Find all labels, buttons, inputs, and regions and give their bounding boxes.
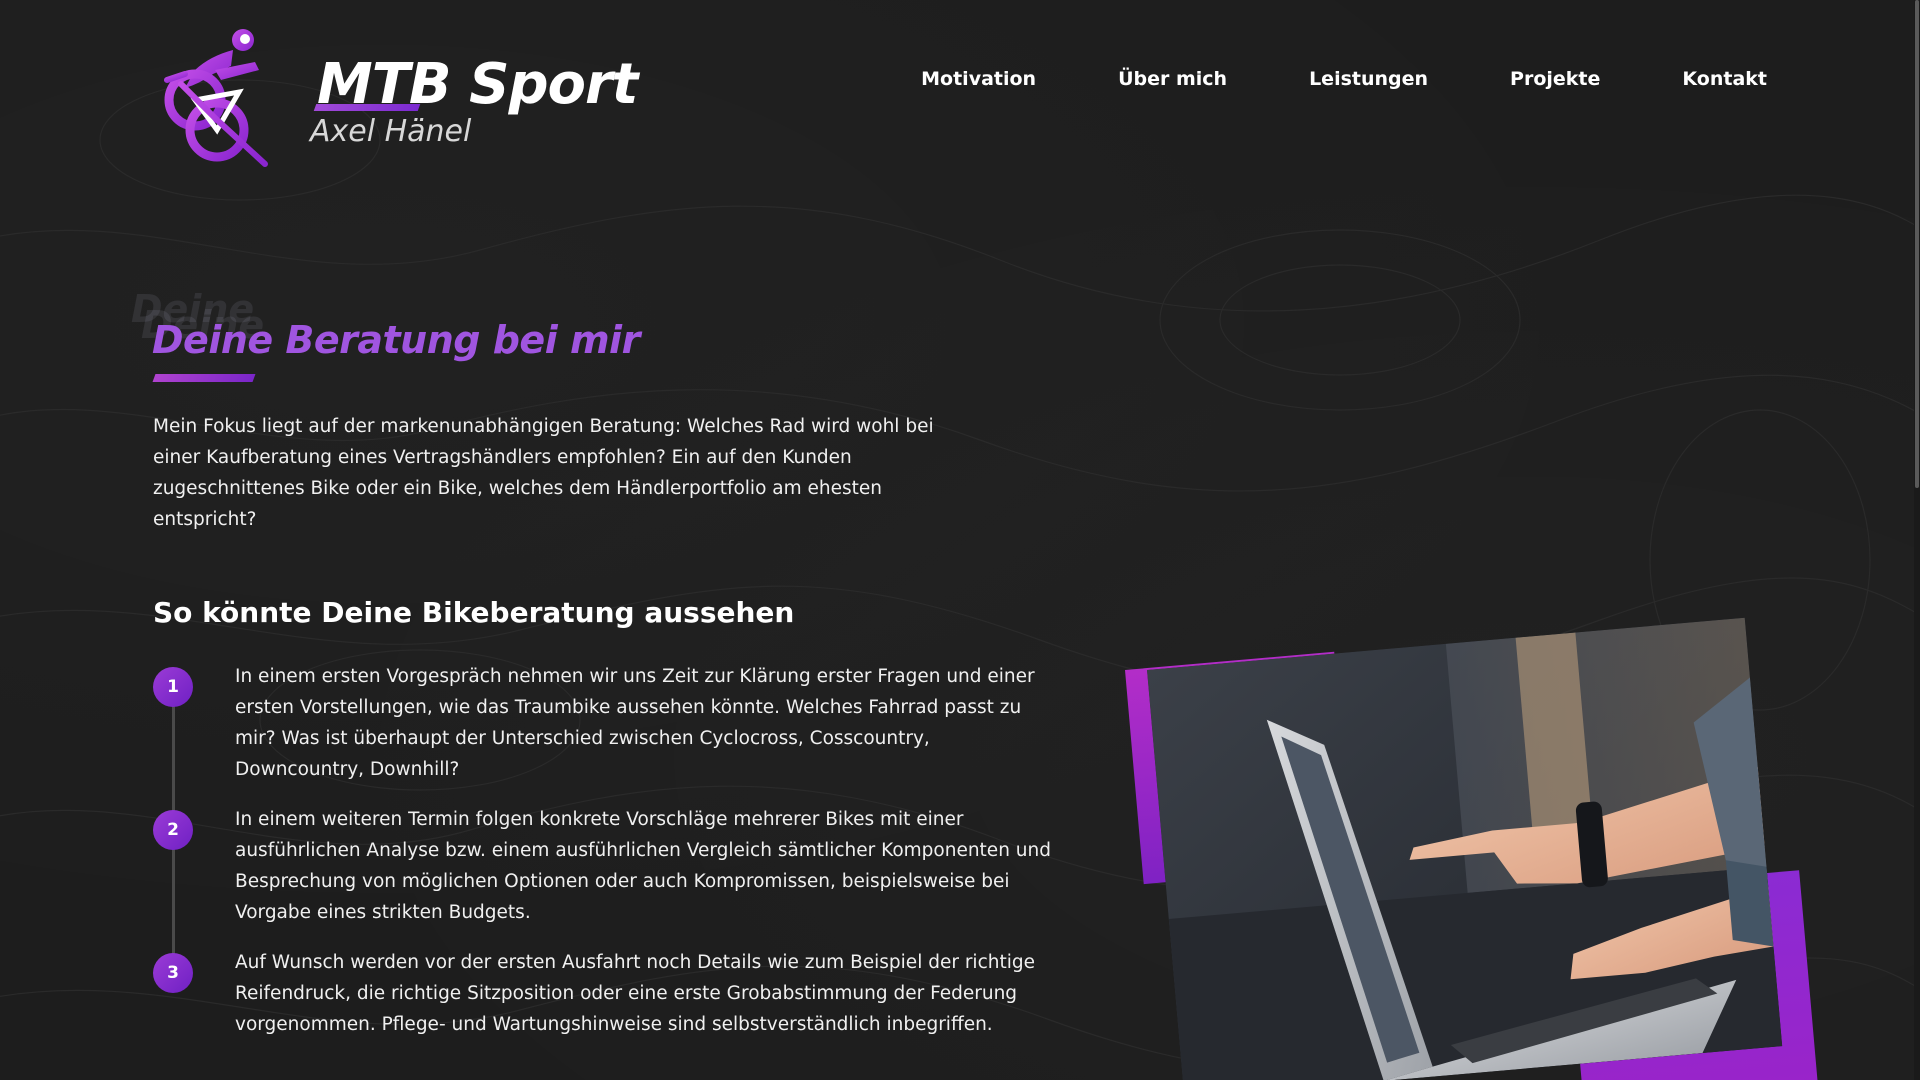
page-scrollbar[interactable] [1914,0,1920,1080]
section-title: Deine Beratung bei mir [152,318,640,362]
nav-ueber-mich[interactable]: Über mich [1118,68,1227,90]
step-number-badge: 2 [153,810,193,850]
brand-underline [313,104,421,111]
laptop-consultation-photo [1147,617,1783,1080]
nav-leistungen[interactable]: Leistungen [1309,68,1428,90]
intro-paragraph: Mein Fokus liegt auf der markenunabhängi… [153,416,934,530]
main-navigation: Motivation Über mich Leistungen Projekte… [839,68,1767,90]
step-text: Auf Wunsch werden vor der ersten Ausfahr… [235,952,1035,1035]
step-text: In einem ersten Vorgespräch nehmen wir u… [235,666,1035,780]
nav-motivation[interactable]: Motivation [921,68,1036,90]
nav-projekte[interactable]: Projekte [1510,68,1600,90]
logo-home-link[interactable]: MTB Sport Axel Hänel [155,22,638,172]
step-number-badge: 3 [153,953,193,993]
steps-heading: So könnte Deine Bikeberatung aussehen [153,596,795,629]
consultation-photo-block [1125,617,1821,1080]
scrollbar-thumb[interactable] [1915,0,1919,488]
step-text: In einem weiteren Termin folgen konkrete… [235,809,1051,923]
brand-subtitle: Axel Hänel [310,114,472,149]
page: MTB Sport Axel Hänel Motivation Über mic… [0,0,1920,1080]
section-title-underline [152,374,256,382]
nav-kontakt[interactable]: Kontakt [1682,68,1767,90]
step-number-badge: 1 [153,667,193,707]
mountain-biker-icon [164,29,268,167]
